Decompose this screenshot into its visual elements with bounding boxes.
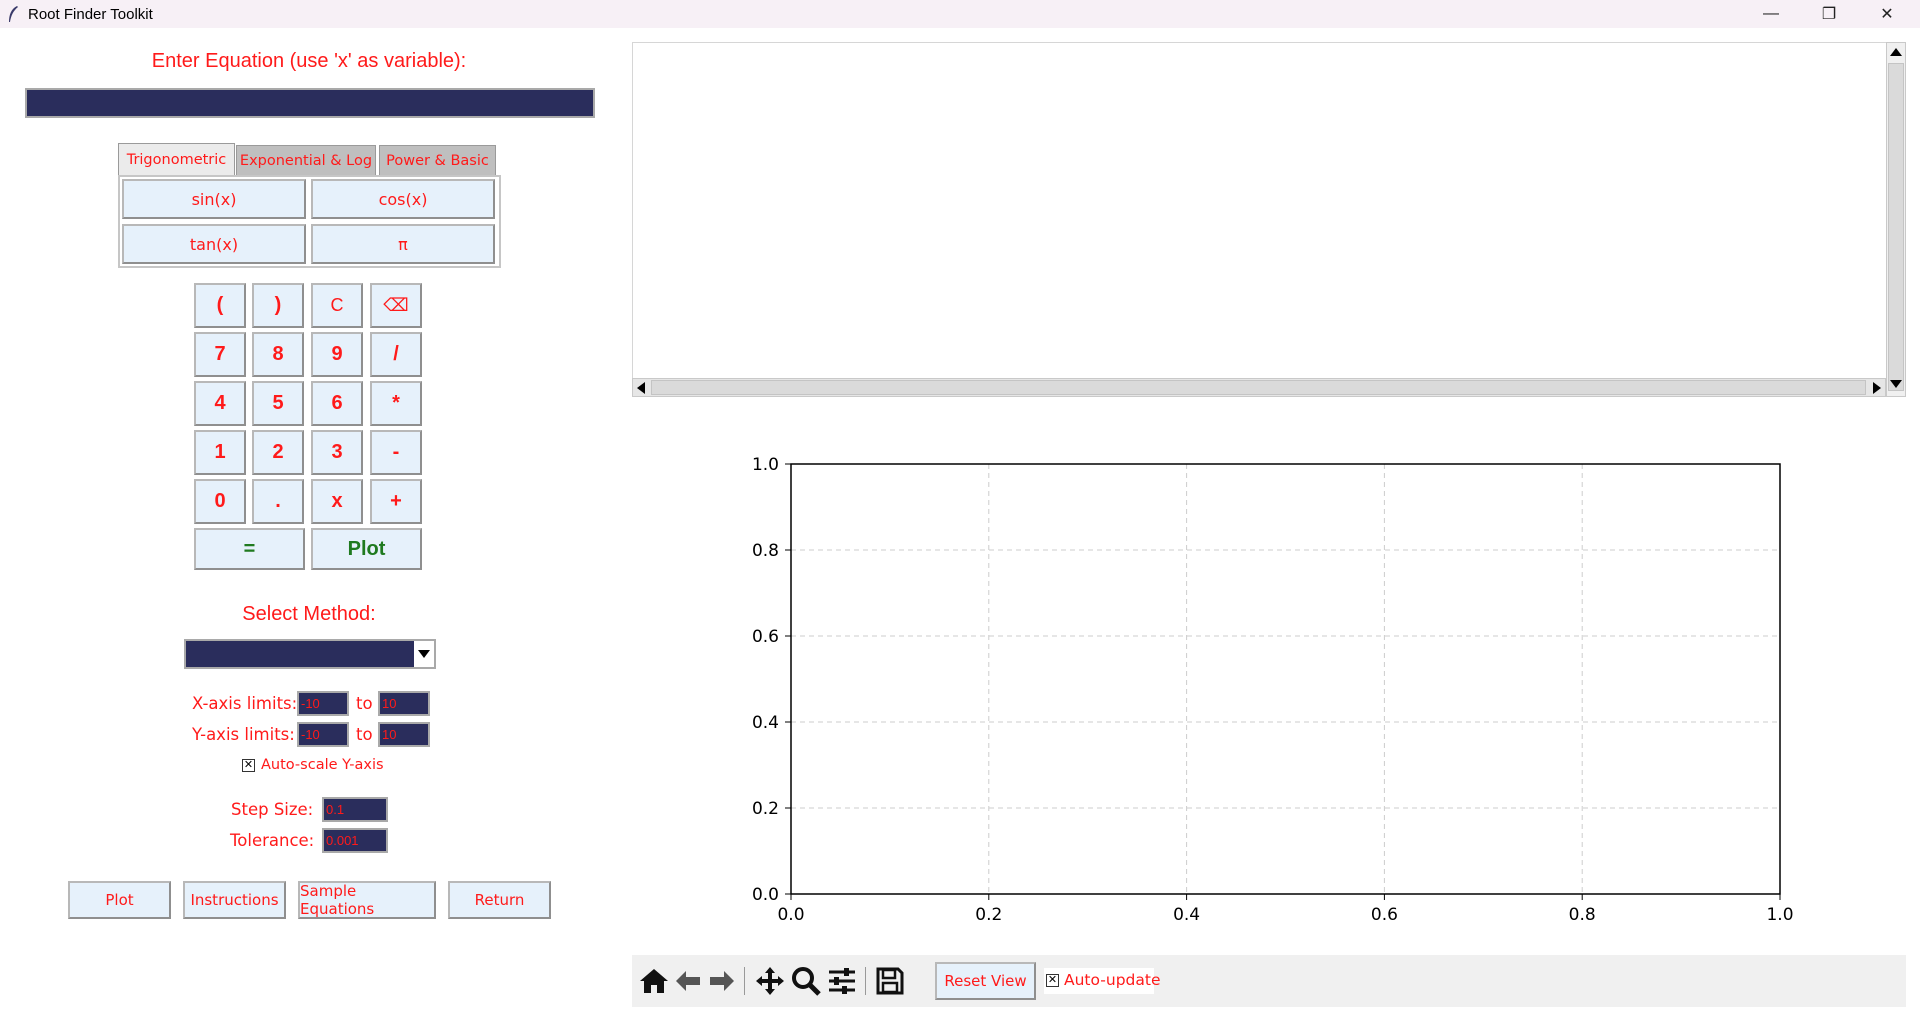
sample-equations-button[interactable]: Sample Equations bbox=[298, 881, 436, 919]
key-6[interactable]: 6 bbox=[311, 381, 363, 426]
return-button[interactable]: Return bbox=[448, 881, 551, 919]
keypad-plot-button[interactable]: Plot bbox=[311, 528, 422, 570]
plot-button[interactable]: Plot bbox=[68, 881, 171, 919]
sin-button[interactable]: sin(x) bbox=[122, 179, 306, 219]
y-tick-label: 1.0 bbox=[752, 455, 779, 475]
key-7[interactable]: 7 bbox=[194, 332, 246, 377]
x-max-input[interactable]: 10 bbox=[378, 691, 430, 716]
horizontal-scroll-thumb[interactable] bbox=[651, 380, 1866, 395]
step-size-label: Step Size: bbox=[231, 800, 314, 819]
key-open-paren[interactable]: ( bbox=[194, 283, 246, 328]
key-1[interactable]: 1 bbox=[194, 430, 246, 475]
window-title: Root Finder Toolkit bbox=[28, 6, 153, 23]
tolerance-input[interactable]: 0.001 bbox=[322, 828, 388, 853]
back-arrow-icon[interactable] bbox=[672, 965, 704, 997]
equation-input[interactable] bbox=[25, 88, 595, 118]
scroll-down-icon[interactable] bbox=[1890, 380, 1902, 388]
key-minus[interactable]: - bbox=[370, 430, 422, 475]
tab-exponential-log[interactable]: Exponential & Log bbox=[236, 145, 376, 175]
output-text-area[interactable] bbox=[632, 42, 1889, 379]
configure-icon[interactable] bbox=[826, 965, 858, 997]
key-close-paren[interactable]: ) bbox=[252, 283, 304, 328]
y-tick-label: 0.0 bbox=[752, 885, 779, 905]
reset-view-button[interactable]: Reset View bbox=[935, 962, 1036, 1000]
home-icon[interactable] bbox=[638, 965, 670, 997]
zoom-icon[interactable] bbox=[790, 965, 822, 997]
toolbar-separator bbox=[865, 967, 866, 995]
x-limits-label: X-axis limits: bbox=[192, 694, 298, 713]
y-tick-label: 0.8 bbox=[752, 541, 779, 561]
x-tick-label: 0.6 bbox=[1371, 905, 1398, 925]
y-limits-label: Y-axis limits: bbox=[192, 725, 295, 744]
plot-grid bbox=[791, 464, 1780, 894]
tab-trigonometric[interactable]: Trigonometric bbox=[118, 143, 235, 175]
title-bar: Root Finder Toolkit — ❐ ✕ bbox=[0, 0, 1920, 28]
x-min-input[interactable]: -10 bbox=[297, 691, 349, 716]
forward-arrow-icon[interactable] bbox=[706, 965, 738, 997]
x-tick-label: 0.4 bbox=[1173, 905, 1200, 925]
toolbar-separator bbox=[744, 967, 745, 995]
autoscale-label: Auto-scale Y-axis bbox=[261, 757, 384, 773]
tab-power-basic[interactable]: Power & Basic bbox=[379, 145, 496, 175]
key-x[interactable]: x bbox=[311, 479, 363, 524]
plot-axes-frame bbox=[790, 463, 1781, 895]
auto-update-label: Auto-update bbox=[1064, 971, 1161, 989]
key-3[interactable]: 3 bbox=[311, 430, 363, 475]
autoscale-checkbox[interactable]: ✕ bbox=[242, 759, 255, 772]
auto-update-checkbox[interactable]: ✕ bbox=[1046, 974, 1059, 987]
minimize-button[interactable]: — bbox=[1742, 0, 1800, 28]
key-5[interactable]: 5 bbox=[252, 381, 304, 426]
y-tick-label: 0.2 bbox=[752, 799, 779, 819]
pi-button[interactable]: π bbox=[311, 224, 495, 264]
tan-button[interactable]: tan(x) bbox=[122, 224, 306, 264]
key-clear[interactable]: C bbox=[311, 283, 363, 328]
scroll-left-icon[interactable] bbox=[637, 382, 645, 394]
y-max-input[interactable]: 10 bbox=[378, 722, 430, 747]
vertical-scroll-thumb[interactable] bbox=[1888, 63, 1904, 391]
vertical-scrollbar[interactable] bbox=[1886, 42, 1906, 397]
equals-button[interactable]: = bbox=[194, 528, 305, 570]
key-9[interactable]: 9 bbox=[311, 332, 363, 377]
y-min-input[interactable]: -10 bbox=[297, 722, 349, 747]
key-backspace[interactable]: ⌫ bbox=[370, 283, 422, 328]
x-tick-label: 0.0 bbox=[777, 905, 804, 925]
key-decimal[interactable]: . bbox=[252, 479, 304, 524]
step-size-input[interactable]: 0.1 bbox=[322, 797, 388, 822]
key-divide[interactable]: / bbox=[370, 332, 422, 377]
key-multiply[interactable]: * bbox=[370, 381, 422, 426]
restore-button[interactable]: ❐ bbox=[1800, 0, 1858, 28]
method-label: Select Method: bbox=[242, 603, 376, 625]
horizontal-scrollbar[interactable] bbox=[632, 378, 1886, 397]
key-plus[interactable]: + bbox=[370, 479, 422, 524]
close-button[interactable]: ✕ bbox=[1858, 0, 1916, 28]
key-8[interactable]: 8 bbox=[252, 332, 304, 377]
x-tick-label: 1.0 bbox=[1766, 905, 1793, 925]
key-4[interactable]: 4 bbox=[194, 381, 246, 426]
equation-label: Enter Equation (use 'x' as variable): bbox=[151, 50, 467, 72]
y-tick-label: 0.4 bbox=[752, 713, 779, 733]
tolerance-label: Tolerance: bbox=[230, 831, 315, 850]
plot-toolbar: Reset View ✕ Auto-update bbox=[632, 955, 1906, 1007]
cos-button[interactable]: cos(x) bbox=[311, 179, 495, 219]
pan-icon[interactable] bbox=[754, 965, 786, 997]
feather-icon bbox=[9, 6, 18, 22]
plot-canvas[interactable]: 0.0 0.2 0.4 0.6 0.8 1.0 0.0 0.2 0.4 0.6 0.8 1.0 bbox=[632, 440, 1906, 930]
y-to-label: to bbox=[356, 725, 373, 744]
key-0[interactable]: 0 bbox=[194, 479, 246, 524]
x-to-label: to bbox=[356, 694, 373, 713]
save-icon[interactable] bbox=[874, 965, 906, 997]
key-2[interactable]: 2 bbox=[252, 430, 304, 475]
dropdown-arrow-icon[interactable] bbox=[414, 641, 434, 667]
instructions-button[interactable]: Instructions bbox=[183, 881, 286, 919]
scroll-up-icon[interactable] bbox=[1890, 48, 1902, 56]
method-select[interactable] bbox=[184, 639, 436, 669]
x-tick-label: 0.2 bbox=[975, 905, 1002, 925]
scroll-right-icon[interactable] bbox=[1873, 382, 1881, 394]
y-tick-label: 0.6 bbox=[752, 627, 779, 647]
x-tick-label: 0.8 bbox=[1569, 905, 1596, 925]
